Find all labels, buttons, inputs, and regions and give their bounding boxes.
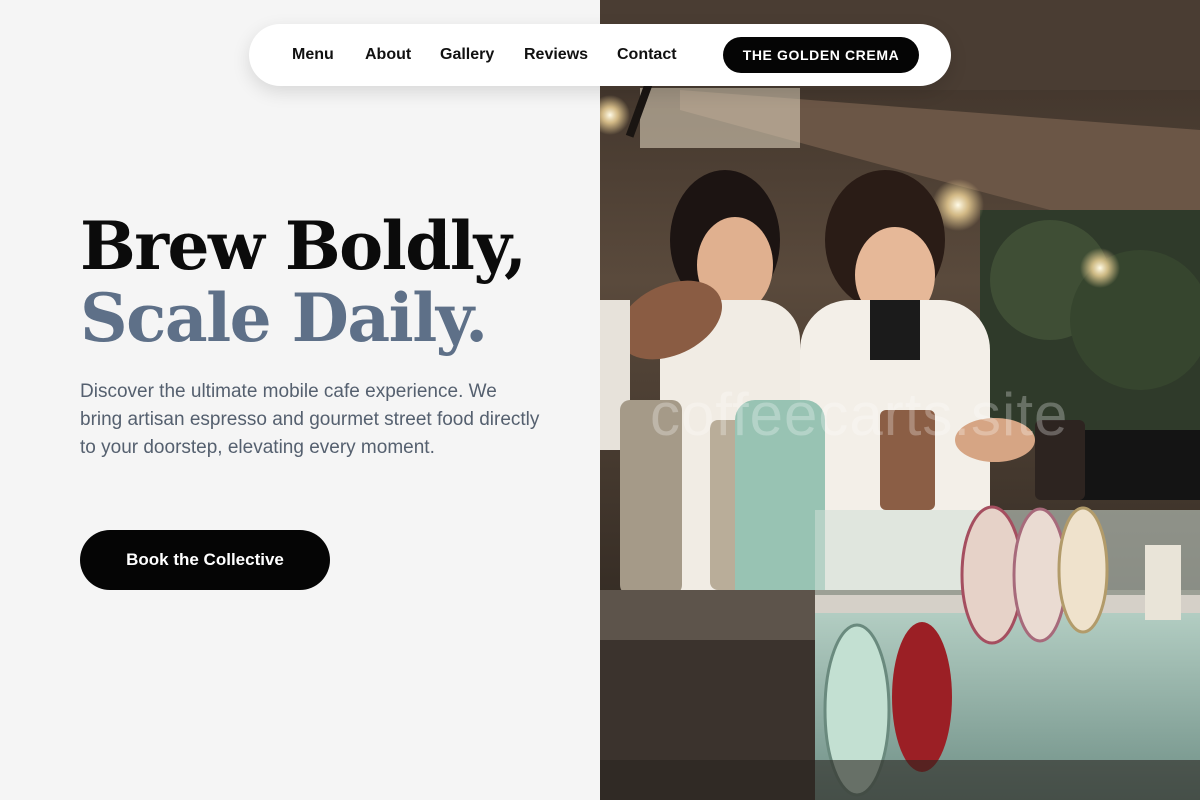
watermark-text: coffeecarts.site: [650, 381, 1069, 448]
book-collective-button[interactable]: Book the Collective: [80, 530, 330, 590]
nav-link-contact[interactable]: Contact: [617, 24, 677, 86]
hero-left-panel: Brew Boldly, Scale Daily. Discover the u…: [0, 0, 600, 800]
nav-link-reviews[interactable]: Reviews: [524, 24, 588, 86]
hero-headline: Brew Boldly, Scale Daily.: [80, 207, 527, 357]
headline-line-1: Brew Boldly,: [80, 207, 527, 285]
top-navbar: Menu About Gallery Reviews Contact THE G…: [249, 24, 951, 86]
headline-line-2: Scale Daily.: [80, 279, 488, 357]
brand-button[interactable]: THE GOLDEN CREMA: [723, 37, 919, 73]
hero-description: Discover the ultimate mobile cafe experi…: [80, 381, 540, 458]
nav-link-gallery[interactable]: Gallery: [440, 24, 494, 86]
nav-link-about[interactable]: About: [365, 24, 411, 86]
nav-link-menu[interactable]: Menu: [292, 24, 334, 86]
